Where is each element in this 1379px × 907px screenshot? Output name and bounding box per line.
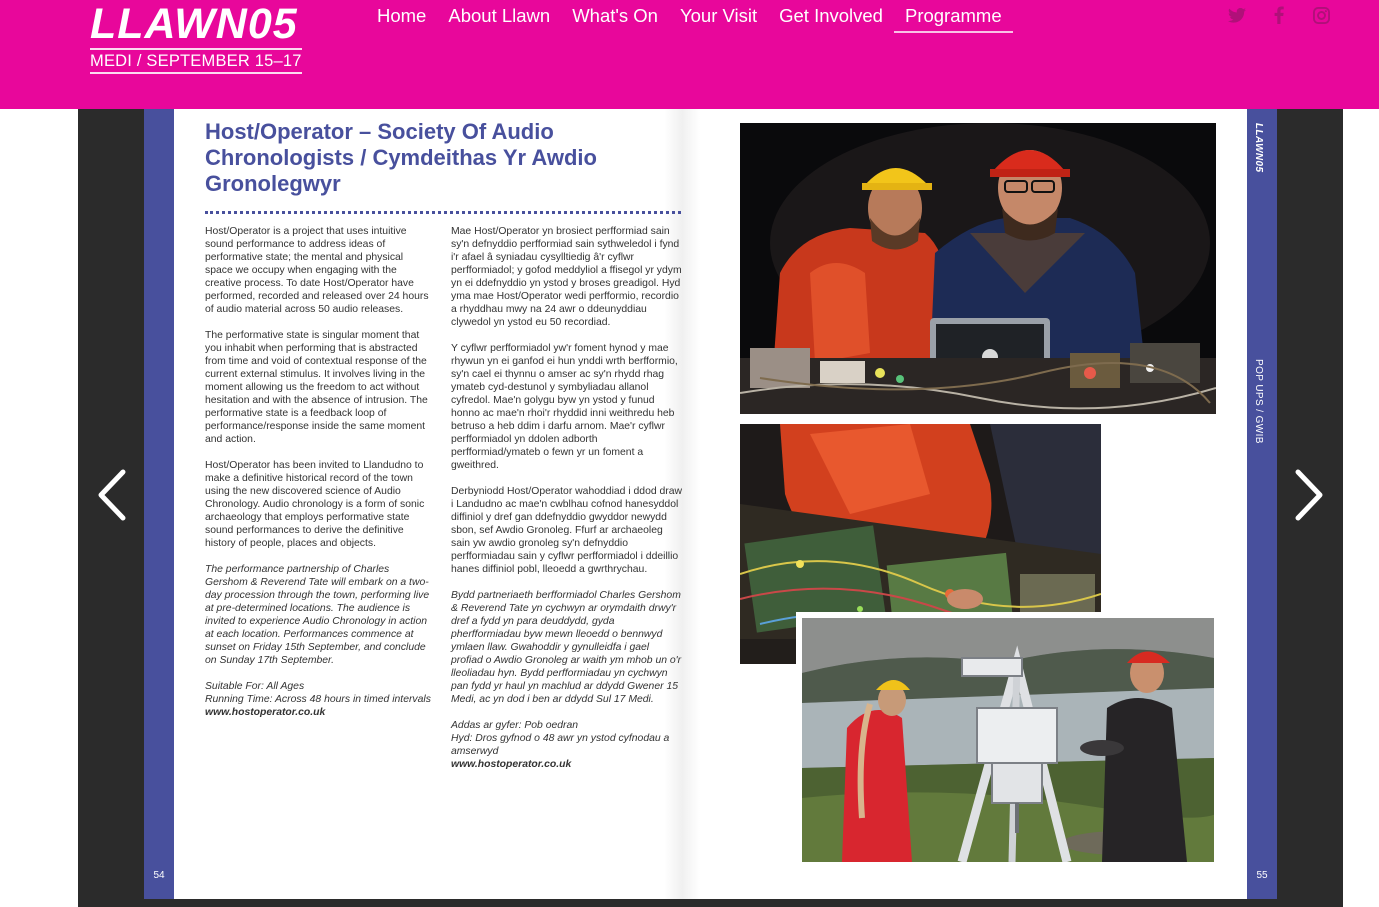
welsh-website-link[interactable]: www.hostoperator.co.uk xyxy=(451,758,683,771)
nav-home[interactable]: Home xyxy=(366,4,437,33)
social-links xyxy=(1225,4,1333,26)
site-header: LLAWN05 MEDI / SEPTEMBER 15–17 Home Abou… xyxy=(0,0,1379,109)
english-suitable: Suitable For: All Ages xyxy=(205,681,305,692)
welsh-running-time: Hyd: Dros gyfnod o 48 awr yn ystod cyfno… xyxy=(451,733,670,757)
next-page-button[interactable] xyxy=(1293,469,1325,521)
welsh-suitable: Addas ar gyfer: Pob oedran xyxy=(451,720,579,731)
english-website-link[interactable]: www.hostoperator.co.uk xyxy=(205,706,431,719)
nav-about-llawn[interactable]: About Llawn xyxy=(437,4,561,33)
main-nav: Home About Llawn What's On Your Visit Ge… xyxy=(366,4,1013,33)
magazine-spread: 54 LLAWN05 POP UPS / GWIB 55 Host/Operat… xyxy=(144,109,1277,899)
facebook-icon[interactable] xyxy=(1267,4,1291,26)
english-paragraph: The performative state is singular momen… xyxy=(205,330,428,445)
logo-title: LLAWN05 xyxy=(90,0,298,48)
english-paragraph: The performance partnership of Charles G… xyxy=(205,564,430,666)
english-paragraph: Host/Operator has been invited to Llandu… xyxy=(205,460,425,549)
photo-performers-with-equipment xyxy=(740,123,1216,414)
welsh-paragraph: Y cyflwr perfformiadol yw'r foment hynod… xyxy=(451,343,678,471)
strip-section-label: POP UPS / GWIB xyxy=(1253,359,1264,444)
nav-whats-on[interactable]: What's On xyxy=(561,4,669,33)
nav-your-visit[interactable]: Your Visit xyxy=(669,4,768,33)
instagram-icon[interactable] xyxy=(1309,4,1333,26)
welsh-paragraph: Derbyniodd Host/Operator wahoddiad i ddo… xyxy=(451,486,683,575)
site-logo[interactable]: LLAWN05 MEDI / SEPTEMBER 15–17 xyxy=(90,2,302,74)
chevron-left-icon xyxy=(98,469,126,521)
twitter-icon[interactable] xyxy=(1225,4,1249,26)
english-column: Host/Operator is a project that uses int… xyxy=(205,225,431,732)
flipbook-viewer: 54 LLAWN05 POP UPS / GWIB 55 Host/Operat… xyxy=(78,109,1343,907)
left-page-strip: 54 xyxy=(144,109,174,899)
previous-page-button[interactable] xyxy=(96,469,128,521)
article-title: Host/Operator – Society Of Audio Chronol… xyxy=(205,119,597,196)
chevron-right-icon xyxy=(1295,469,1323,521)
english-running-time: Running Time: Across 48 hours in timed i… xyxy=(205,694,431,705)
photo-lakeside-tripod xyxy=(796,612,1224,868)
welsh-paragraph: Bydd partneriaeth berfformiadol Charles … xyxy=(451,590,682,705)
nav-get-involved[interactable]: Get Involved xyxy=(768,4,894,33)
welsh-column: Mae Host/Operator yn brosiect perfformia… xyxy=(451,225,683,784)
logo-subtitle: MEDI / SEPTEMBER 15–17 xyxy=(90,48,302,74)
nav-programme[interactable]: Programme xyxy=(893,4,1013,33)
english-paragraph: Host/Operator is a project that uses int… xyxy=(205,226,429,315)
right-page-strip: LLAWN05 POP UPS / GWIB 55 xyxy=(1247,109,1277,899)
left-page-number: 54 xyxy=(153,870,165,881)
right-page-number: 55 xyxy=(1256,870,1268,881)
strip-logo: LLAWN05 xyxy=(1253,123,1264,173)
welsh-paragraph: Mae Host/Operator yn brosiect perfformia… xyxy=(451,226,682,328)
title-divider xyxy=(205,211,681,214)
